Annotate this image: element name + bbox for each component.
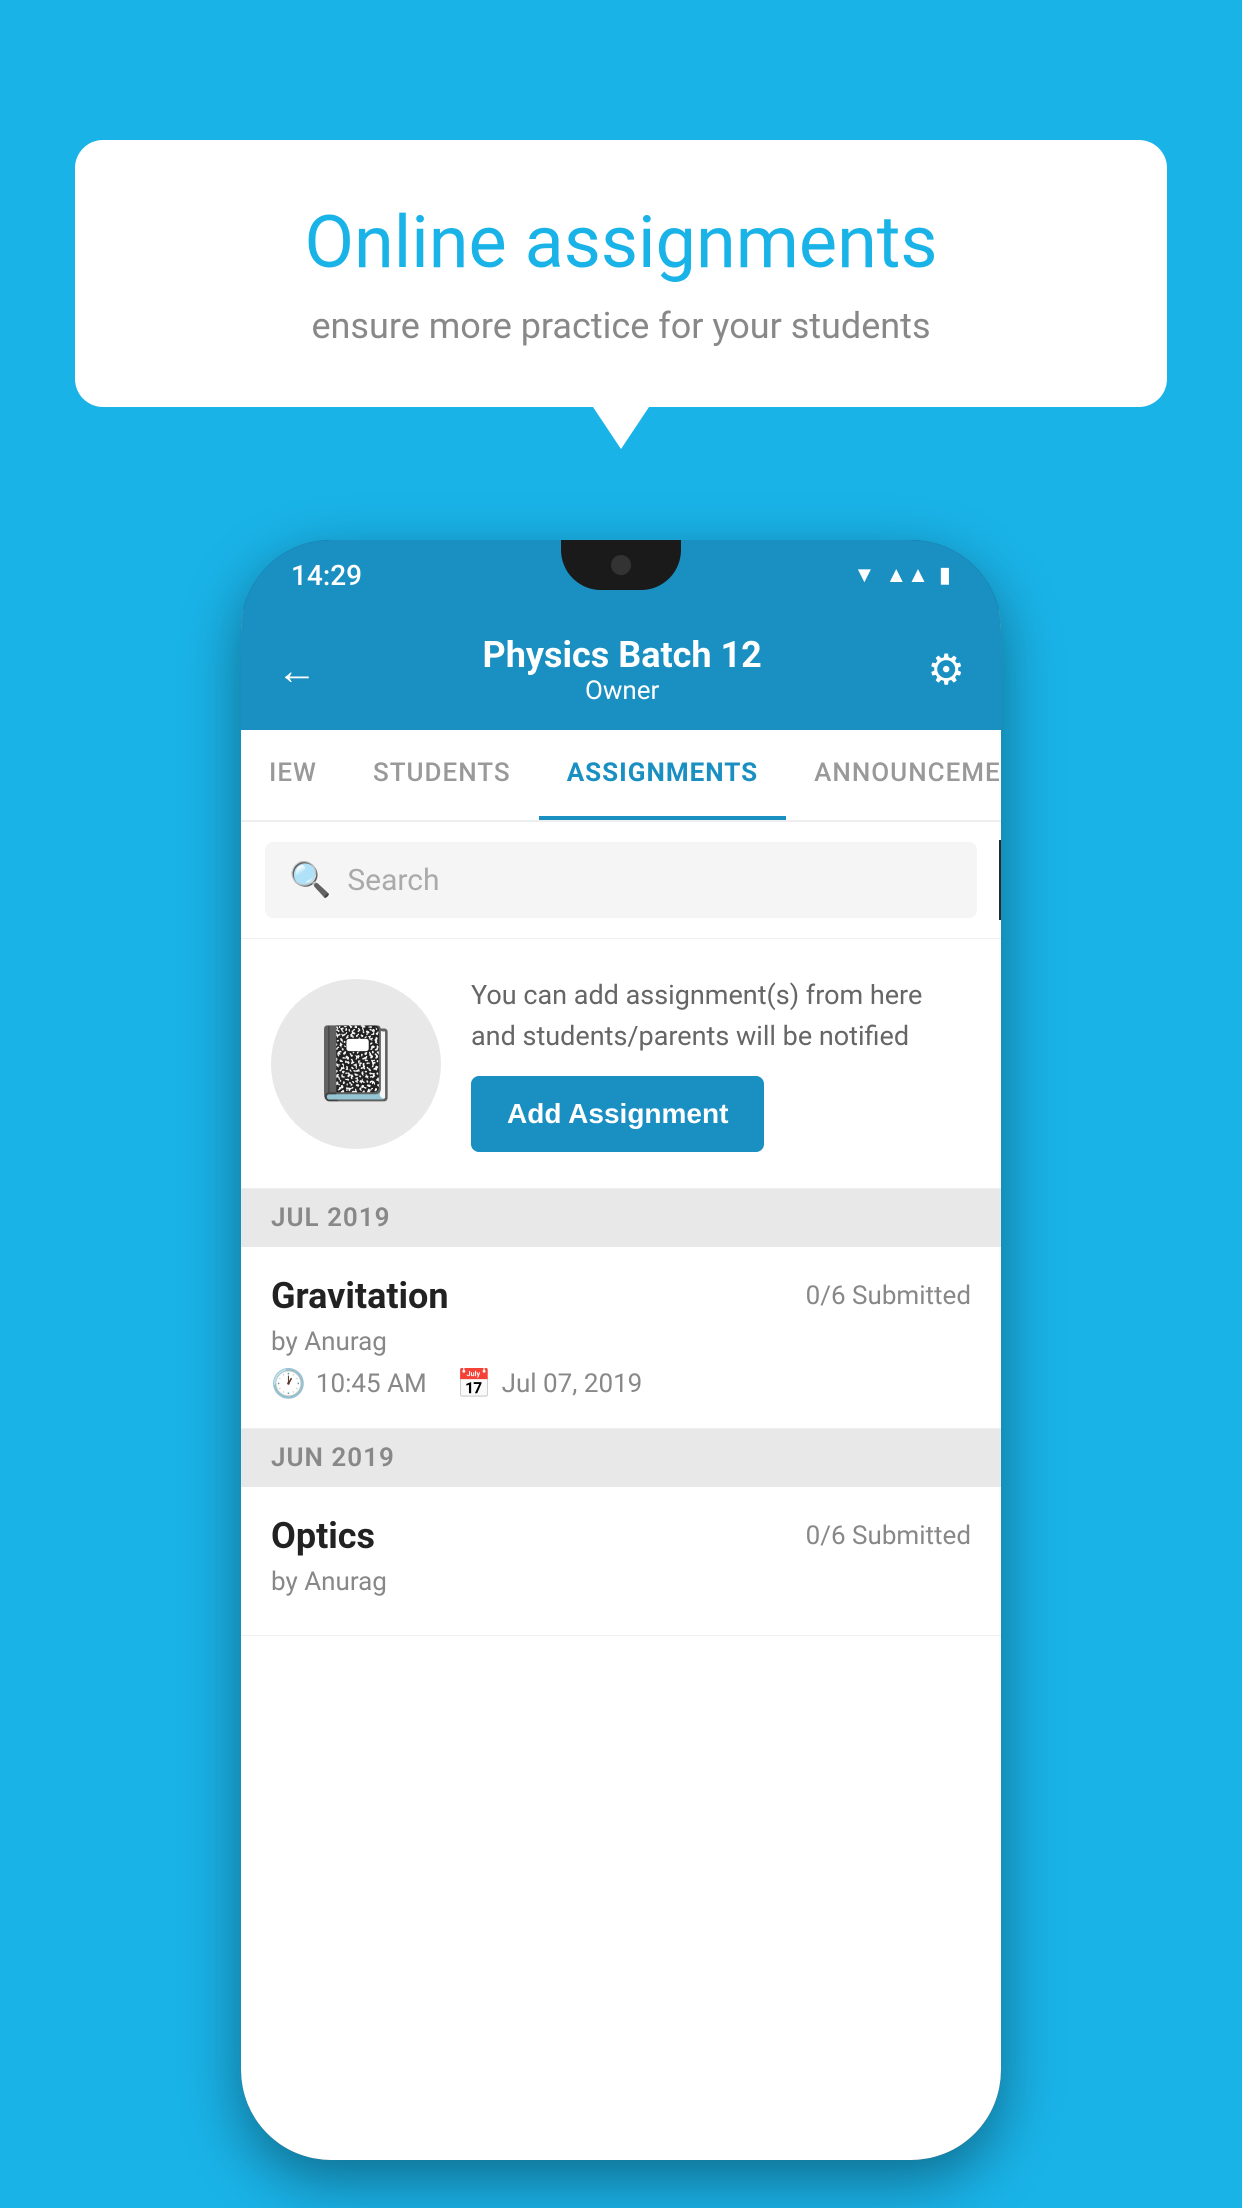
assignment-title-optics: Optics bbox=[271, 1515, 375, 1557]
notebook-icon: 📓 bbox=[311, 1021, 401, 1106]
header-subtitle: Owner bbox=[483, 676, 762, 706]
header-title-block: Physics Batch 12 Owner bbox=[483, 634, 762, 706]
promo-text-block: You can add assignment(s) from here and … bbox=[471, 975, 971, 1152]
search-icon: 🔍 bbox=[289, 860, 331, 900]
promo-section: 📓 You can add assignment(s) from here an… bbox=[241, 939, 1001, 1189]
search-container: 🔍 Search bbox=[241, 822, 1001, 939]
phone-content: ← Physics Batch 12 Owner ⚙ IEW STUDENTS … bbox=[241, 610, 1001, 2160]
assignment-header-row: Gravitation 0/6 Submitted bbox=[271, 1275, 971, 1317]
speech-bubble-subtitle: ensure more practice for your students bbox=[145, 305, 1097, 347]
status-time: 14:29 bbox=[291, 559, 362, 592]
assignment-item-optics[interactable]: Optics 0/6 Submitted by Anurag bbox=[241, 1487, 1001, 1636]
back-button[interactable]: ← bbox=[277, 647, 317, 694]
battery-icon: ▮ bbox=[939, 563, 951, 588]
settings-icon[interactable]: ⚙ bbox=[927, 645, 965, 695]
header-title: Physics Batch 12 bbox=[483, 634, 762, 676]
tab-announcements[interactable]: ANNOUNCEMENTS bbox=[786, 730, 1001, 820]
status-bar: 14:29 ▼ ▲▲ ▮ bbox=[241, 540, 1001, 610]
status-icons: ▼ ▲▲ ▮ bbox=[854, 562, 951, 588]
submitted-badge-optics: 0/6 Submitted bbox=[806, 1521, 971, 1551]
wifi-icon: ▼ bbox=[854, 562, 876, 588]
date-value-gravitation: Jul 07, 2019 bbox=[502, 1369, 643, 1399]
phone-frame: 14:29 ▼ ▲▲ ▮ ← Physics Batch 12 Owner ⚙ … bbox=[241, 540, 1001, 2160]
front-camera bbox=[611, 555, 631, 575]
tab-assignments[interactable]: ASSIGNMENTS bbox=[539, 730, 786, 820]
assignment-meta-gravitation: by Anurag bbox=[271, 1327, 971, 1357]
section-divider-jul: JUL 2019 bbox=[241, 1189, 1001, 1247]
promo-description: You can add assignment(s) from here and … bbox=[471, 975, 971, 1056]
search-placeholder: Search bbox=[347, 863, 439, 898]
section-label-jun: JUN 2019 bbox=[271, 1443, 395, 1473]
time-info-gravitation: 🕐 10:45 AM bbox=[271, 1367, 427, 1400]
search-bar[interactable]: 🔍 Search bbox=[265, 842, 977, 918]
add-assignment-button[interactable]: Add Assignment bbox=[471, 1076, 764, 1152]
time-value-gravitation: 10:45 AM bbox=[316, 1369, 427, 1399]
speech-bubble-title: Online assignments bbox=[145, 200, 1097, 285]
assignment-time-row-gravitation: 🕐 10:45 AM 📅 Jul 07, 2019 bbox=[271, 1367, 971, 1400]
assignment-title-gravitation: Gravitation bbox=[271, 1275, 449, 1317]
signal-icon: ▲▲ bbox=[885, 562, 929, 588]
promo-icon-circle: 📓 bbox=[271, 979, 441, 1149]
calendar-icon: 📅 bbox=[457, 1367, 492, 1400]
section-label-jul: JUL 2019 bbox=[271, 1203, 391, 1233]
submitted-badge-gravitation: 0/6 Submitted bbox=[806, 1281, 971, 1311]
tab-overview[interactable]: IEW bbox=[241, 730, 345, 820]
power-button bbox=[999, 840, 1001, 920]
section-divider-jun: JUN 2019 bbox=[241, 1429, 1001, 1487]
tab-students[interactable]: STUDENTS bbox=[345, 730, 539, 820]
app-header: ← Physics Batch 12 Owner ⚙ bbox=[241, 610, 1001, 730]
assignment-item-gravitation[interactable]: Gravitation 0/6 Submitted by Anurag 🕐 10… bbox=[241, 1247, 1001, 1429]
speech-bubble-container: Online assignments ensure more practice … bbox=[75, 140, 1167, 407]
tabs-bar: IEW STUDENTS ASSIGNMENTS ANNOUNCEMENTS bbox=[241, 730, 1001, 822]
assignment-header-row-optics: Optics 0/6 Submitted bbox=[271, 1515, 971, 1557]
assignment-meta-optics: by Anurag bbox=[271, 1567, 971, 1597]
phone-notch bbox=[561, 540, 681, 590]
speech-bubble: Online assignments ensure more practice … bbox=[75, 140, 1167, 407]
clock-icon: 🕐 bbox=[271, 1367, 306, 1400]
date-info-gravitation: 📅 Jul 07, 2019 bbox=[457, 1367, 643, 1400]
